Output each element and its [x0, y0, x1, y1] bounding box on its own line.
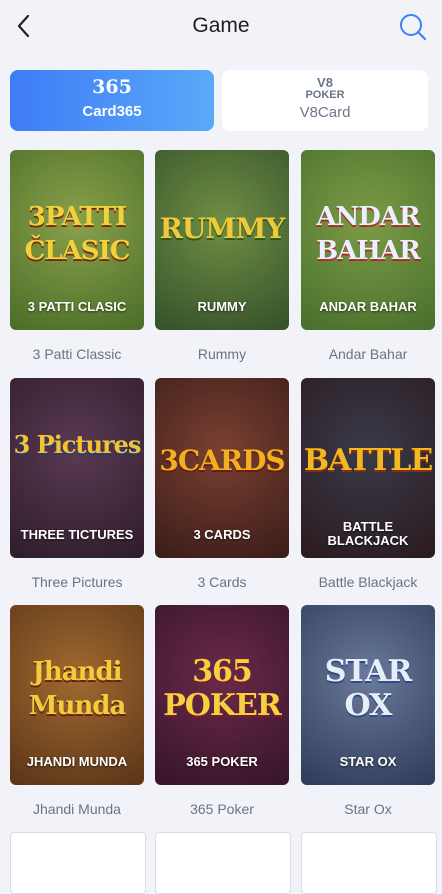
game-label: Battle Blackjack [318, 574, 418, 590]
v8-poker-logo: V8 POKER [222, 75, 428, 101]
game-card-placeholder[interactable] [155, 832, 291, 894]
game-caption: THREE TICTURES [20, 527, 134, 542]
game-logo: ANDAR BAHAR [316, 202, 421, 266]
game-logo: RUMMY [159, 212, 286, 245]
game-caption: 3 CARDS [193, 527, 251, 542]
game-card-jhandi-munda[interactable]: Jhandi Munda JHANDI MUNDA [10, 605, 144, 785]
game-logo: 3CARDS [159, 444, 285, 477]
game-card-3-cards[interactable]: 3CARDS 3 CARDS [155, 378, 289, 558]
header-bar: Game [0, 0, 442, 53]
game-card-placeholder[interactable] [10, 832, 146, 894]
search-icon[interactable] [398, 12, 428, 42]
game-card-three-pictures[interactable]: 3 Pictures THREE TICTURES [10, 378, 144, 558]
game-card-star-ox[interactable]: STAR OX STAR OX [301, 605, 435, 785]
game-caption: JHANDI MUNDA [26, 754, 128, 769]
game-card-365-poker[interactable]: 365 POKER 365 POKER [155, 605, 289, 785]
page-title: Game [192, 14, 250, 37]
v8-logo-main: V8 [317, 75, 333, 90]
tab-label: V8Card [299, 104, 351, 121]
game-label: Andar Bahar [328, 346, 408, 362]
game-card-rummy[interactable]: RUMMY RUMMY [155, 150, 289, 330]
game-card-placeholder[interactable] [301, 832, 437, 894]
game-caption: BATTLE BLACKJACK [327, 519, 409, 548]
game-caption: STAR OX [339, 754, 397, 769]
game-card-3-patti-clasic[interactable]: 3PATTI ČLASIC 3 PATTI CLASIC [10, 150, 144, 330]
game-label: 3 Cards [197, 574, 247, 590]
game-logo: 3PATTI ČLASIC [24, 202, 131, 266]
game-logo: Jhandi Munda [28, 657, 127, 721]
game-label: Rummy [197, 346, 247, 362]
v8-logo-sub: POKER [305, 89, 345, 101]
game-caption: RUMMY [197, 299, 247, 314]
game-label: Three Pictures [31, 574, 123, 590]
tab-v8card[interactable]: V8 POKER V8Card [222, 70, 428, 131]
game-card-battle-blackjack[interactable]: BATTLE BATTLE BLACKJACK [301, 378, 435, 558]
game-logo: 3 Pictures [13, 430, 142, 459]
tab-label: Card365 [82, 103, 142, 120]
platform-tabs: 365 Card365 V8 POKER V8Card [10, 70, 428, 132]
game-caption: ANDAR BAHAR [319, 299, 417, 314]
game-label: 3 Patti Classic [32, 346, 122, 362]
tab-card365[interactable]: 365 Card365 [10, 70, 214, 131]
game-logo: 365 POKER [163, 654, 282, 723]
game-logo: BATTLE [303, 443, 434, 478]
card365-logo: 365 [92, 76, 132, 98]
game-caption: 365 POKER [186, 754, 258, 769]
game-label: 365 Poker [190, 801, 254, 817]
game-card-andar-bahar[interactable]: ANDAR BAHAR ANDAR BAHAR [301, 150, 435, 330]
game-label: Jhandi Munda [33, 801, 121, 817]
game-caption: 3 PATTI CLASIC [27, 299, 127, 314]
game-label: Star Ox [344, 801, 392, 817]
game-logo: STAR OX [324, 654, 413, 723]
